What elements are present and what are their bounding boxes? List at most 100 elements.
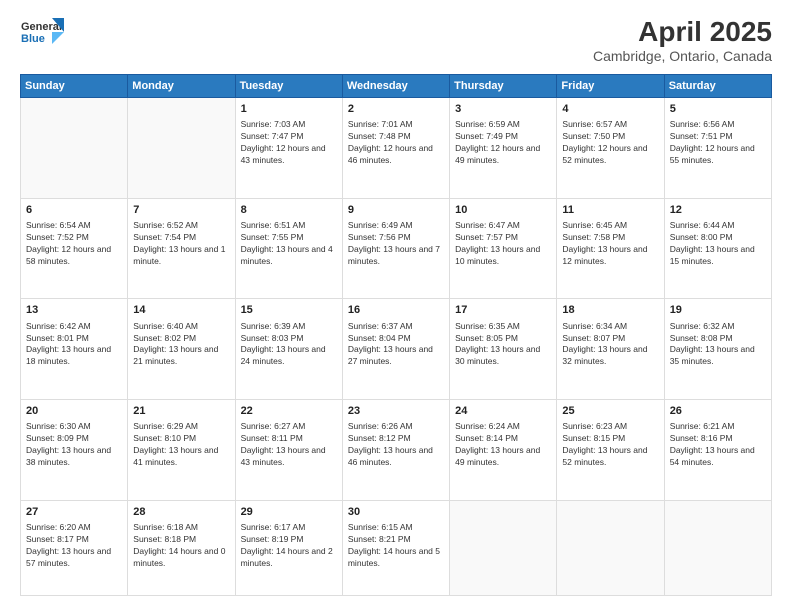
day-info: Sunrise: 6:45 AM Sunset: 7:58 PM Dayligh…: [562, 220, 658, 268]
calendar-cell: 21 Sunrise: 6:29 AM Sunset: 8:10 PM Dayli…: [128, 399, 235, 500]
day-info: Sunrise: 6:35 AM Sunset: 8:05 PM Dayligh…: [455, 321, 551, 369]
month-year: April 2025: [593, 16, 772, 48]
calendar-week-5: 27 Sunrise: 6:20 AM Sunset: 8:17 PM Dayli…: [21, 500, 772, 595]
day-info: Sunrise: 6:44 AM Sunset: 8:00 PM Dayligh…: [670, 220, 766, 268]
calendar-cell: 12 Sunrise: 6:44 AM Sunset: 8:00 PM Dayli…: [664, 198, 771, 299]
calendar-cell: 16 Sunrise: 6:37 AM Sunset: 8:04 PM Dayli…: [342, 299, 449, 400]
calendar-header-row: Sunday Monday Tuesday Wednesday Thursday…: [21, 75, 772, 98]
calendar-cell: 15 Sunrise: 6:39 AM Sunset: 8:03 PM Dayli…: [235, 299, 342, 400]
calendar-cell: 9Sunrise: 6:49 AM Sunset: 7:56 PM Daylig…: [342, 198, 449, 299]
day-info: Sunrise: 6:47 AM Sunset: 7:57 PM Dayligh…: [455, 220, 551, 268]
calendar-cell: 2 Sunrise: 7:01 AM Sunset: 7:48 PM Daylig…: [342, 98, 449, 199]
day-info: Sunrise: 6:26 AM Sunset: 8:12 PM Dayligh…: [348, 421, 444, 469]
day-info: Sunrise: 6:54 AM Sunset: 7:52 PM Dayligh…: [26, 220, 122, 268]
day-info: Sunrise: 6:15 AM Sunset: 8:21 PM Dayligh…: [348, 522, 444, 570]
day-number: 9: [348, 203, 444, 218]
day-number: 6: [26, 203, 122, 218]
day-info: Sunrise: 6:42 AM Sunset: 8:01 PM Dayligh…: [26, 321, 122, 369]
day-number: 2: [348, 102, 444, 117]
calendar-cell: 23Sunrise: 6:26 AM Sunset: 8:12 PM Dayli…: [342, 399, 449, 500]
day-number: 12: [670, 203, 766, 218]
day-info: Sunrise: 6:59 AM Sunset: 7:49 PM Dayligh…: [455, 119, 551, 167]
day-info: Sunrise: 7:03 AM Sunset: 7:47 PM Dayligh…: [241, 119, 337, 167]
day-info: Sunrise: 6:39 AM Sunset: 8:03 PM Dayligh…: [241, 321, 337, 369]
title-block: April 2025 Cambridge, Ontario, Canada: [593, 16, 772, 64]
day-info: Sunrise: 7:01 AM Sunset: 7:48 PM Dayligh…: [348, 119, 444, 167]
day-number: 21: [133, 404, 229, 419]
day-number: 5: [670, 102, 766, 117]
col-friday: Friday: [557, 75, 664, 98]
calendar-week-4: 20 Sunrise: 6:30 AM Sunset: 8:09 PM Dayli…: [21, 399, 772, 500]
day-info: Sunrise: 6:24 AM Sunset: 8:14 PM Dayligh…: [455, 421, 551, 469]
calendar: Sunday Monday Tuesday Wednesday Thursday…: [20, 74, 772, 596]
day-number: 1: [241, 102, 337, 117]
day-number: 11: [562, 203, 658, 218]
day-info: Sunrise: 6:29 AM Sunset: 8:10 PM Dayligh…: [133, 421, 229, 469]
calendar-cell: 8Sunrise: 6:51 AM Sunset: 7:55 PM Daylig…: [235, 198, 342, 299]
calendar-cell: 3 Sunrise: 6:59 AM Sunset: 7:49 PM Daylig…: [450, 98, 557, 199]
calendar-cell: 17 Sunrise: 6:35 AM Sunset: 8:05 PM Dayli…: [450, 299, 557, 400]
day-number: 16: [348, 303, 444, 318]
col-sunday: Sunday: [21, 75, 128, 98]
day-number: 17: [455, 303, 551, 318]
day-number: 20: [26, 404, 122, 419]
calendar-week-1: 1 Sunrise: 7:03 AM Sunset: 7:47 PM Daylig…: [21, 98, 772, 199]
logo-svg: General Blue: [20, 16, 64, 56]
calendar-cell: [557, 500, 664, 595]
day-number: 7: [133, 203, 229, 218]
day-number: 3: [455, 102, 551, 117]
svg-text:General: General: [21, 21, 62, 33]
day-info: Sunrise: 6:27 AM Sunset: 8:11 PM Dayligh…: [241, 421, 337, 469]
day-number: 10: [455, 203, 551, 218]
calendar-cell: 22 Sunrise: 6:27 AM Sunset: 8:11 PM Dayli…: [235, 399, 342, 500]
svg-text:Blue: Blue: [21, 33, 45, 45]
calendar-cell: 7 Sunrise: 6:52 AM Sunset: 7:54 PM Daylig…: [128, 198, 235, 299]
col-monday: Monday: [128, 75, 235, 98]
day-number: 27: [26, 505, 122, 520]
col-saturday: Saturday: [664, 75, 771, 98]
calendar-cell: 1 Sunrise: 7:03 AM Sunset: 7:47 PM Daylig…: [235, 98, 342, 199]
day-number: 15: [241, 303, 337, 318]
calendar-week-2: 6 Sunrise: 6:54 AM Sunset: 7:52 PM Daylig…: [21, 198, 772, 299]
day-number: 29: [241, 505, 337, 520]
day-info: Sunrise: 6:20 AM Sunset: 8:17 PM Dayligh…: [26, 522, 122, 570]
day-info: Sunrise: 6:57 AM Sunset: 7:50 PM Dayligh…: [562, 119, 658, 167]
day-info: Sunrise: 6:37 AM Sunset: 8:04 PM Dayligh…: [348, 321, 444, 369]
day-number: 22: [241, 404, 337, 419]
calendar-cell: 18 Sunrise: 6:34 AM Sunset: 8:07 PM Dayli…: [557, 299, 664, 400]
day-info: Sunrise: 6:34 AM Sunset: 8:07 PM Dayligh…: [562, 321, 658, 369]
page: General Blue April 2025 Cambridge, Ontar…: [0, 0, 792, 612]
calendar-cell: 5Sunrise: 6:56 AM Sunset: 7:51 PM Daylig…: [664, 98, 771, 199]
day-info: Sunrise: 6:23 AM Sunset: 8:15 PM Dayligh…: [562, 421, 658, 469]
day-number: 26: [670, 404, 766, 419]
day-number: 24: [455, 404, 551, 419]
day-info: Sunrise: 6:30 AM Sunset: 8:09 PM Dayligh…: [26, 421, 122, 469]
day-info: Sunrise: 6:18 AM Sunset: 8:18 PM Dayligh…: [133, 522, 229, 570]
day-number: 4: [562, 102, 658, 117]
calendar-cell: 6 Sunrise: 6:54 AM Sunset: 7:52 PM Daylig…: [21, 198, 128, 299]
calendar-cell: 10 Sunrise: 6:47 AM Sunset: 7:57 PM Dayli…: [450, 198, 557, 299]
calendar-cell: 28 Sunrise: 6:18 AM Sunset: 8:18 PM Dayli…: [128, 500, 235, 595]
calendar-cell: 27 Sunrise: 6:20 AM Sunset: 8:17 PM Dayli…: [21, 500, 128, 595]
location: Cambridge, Ontario, Canada: [593, 48, 772, 64]
day-info: Sunrise: 6:40 AM Sunset: 8:02 PM Dayligh…: [133, 321, 229, 369]
day-info: Sunrise: 6:17 AM Sunset: 8:19 PM Dayligh…: [241, 522, 337, 570]
calendar-cell: 24 Sunrise: 6:24 AM Sunset: 8:14 PM Dayli…: [450, 399, 557, 500]
calendar-week-3: 13Sunrise: 6:42 AM Sunset: 8:01 PM Dayli…: [21, 299, 772, 400]
day-number: 30: [348, 505, 444, 520]
day-number: 28: [133, 505, 229, 520]
day-info: Sunrise: 6:52 AM Sunset: 7:54 PM Dayligh…: [133, 220, 229, 268]
day-number: 25: [562, 404, 658, 419]
calendar-cell: [128, 98, 235, 199]
day-number: 19: [670, 303, 766, 318]
calendar-cell: 20 Sunrise: 6:30 AM Sunset: 8:09 PM Dayli…: [21, 399, 128, 500]
col-wednesday: Wednesday: [342, 75, 449, 98]
calendar-cell: 30 Sunrise: 6:15 AM Sunset: 8:21 PM Dayli…: [342, 500, 449, 595]
header: General Blue April 2025 Cambridge, Ontar…: [20, 16, 772, 64]
calendar-cell: [450, 500, 557, 595]
calendar-cell: 4 Sunrise: 6:57 AM Sunset: 7:50 PM Daylig…: [557, 98, 664, 199]
calendar-cell: 13Sunrise: 6:42 AM Sunset: 8:01 PM Dayli…: [21, 299, 128, 400]
day-info: Sunrise: 6:32 AM Sunset: 8:08 PM Dayligh…: [670, 321, 766, 369]
day-number: 18: [562, 303, 658, 318]
calendar-cell: 11 Sunrise: 6:45 AM Sunset: 7:58 PM Dayli…: [557, 198, 664, 299]
